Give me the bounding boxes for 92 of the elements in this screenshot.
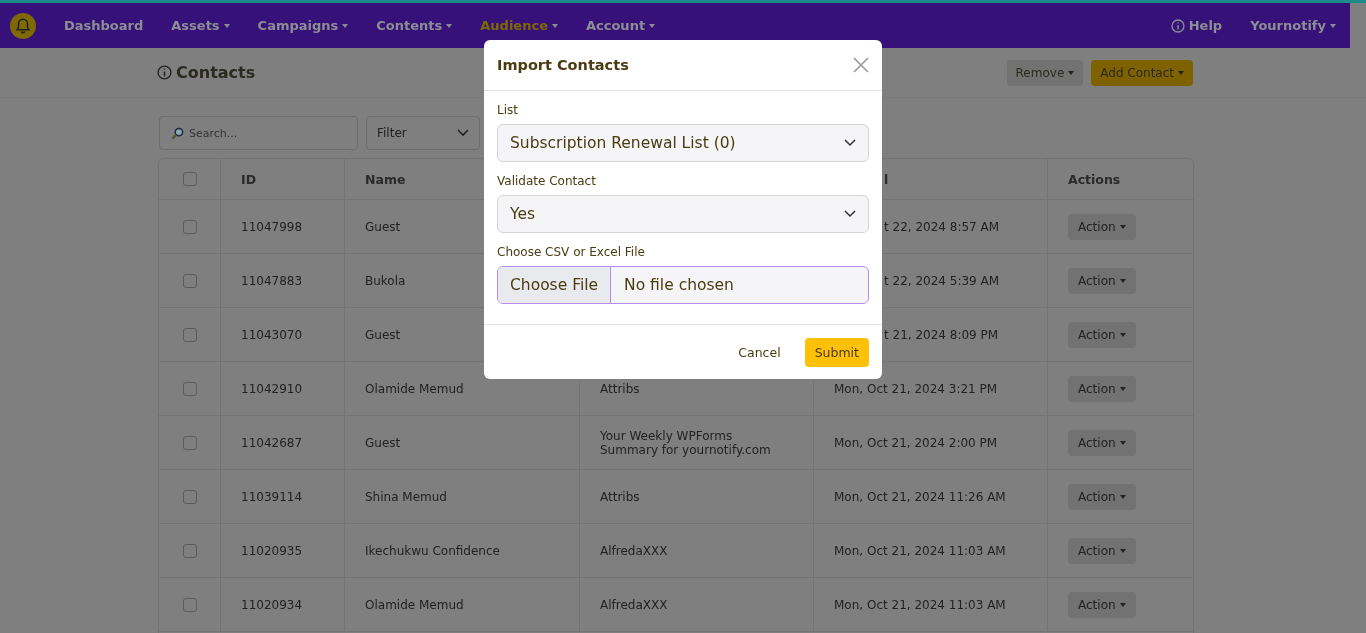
select-field[interactable]: Subscription Renewal List (0) (497, 124, 869, 162)
table-cell: Attribs (600, 489, 640, 504)
file-status: No file chosen (623, 275, 735, 296)
nav-link[interactable]: Account (585, 18, 656, 33)
table-cell: 11042687 (241, 435, 303, 450)
dialog-title: Import Contacts (497, 57, 629, 73)
table-cell: t 22, 2024 8:57 AM (884, 219, 1000, 234)
table-cell: t 22, 2024 5:39 AM (884, 273, 1000, 288)
checkbox[interactable] (182, 489, 197, 504)
checkbox[interactable] (182, 219, 197, 234)
choose-file-button[interactable]: Choose File (498, 267, 612, 303)
checkbox[interactable] (182, 543, 197, 558)
action-button[interactable]: Action (1068, 267, 1136, 294)
table-cell: Shina Memud (365, 489, 447, 504)
table-cell: 11047998 (241, 219, 303, 234)
table-cell: Guest (365, 327, 401, 342)
column-header: Actions (1068, 171, 1121, 187)
table-cell: Mon, Oct 21, 2024 11:03 AM (834, 543, 1006, 558)
action-button[interactable]: Action (1068, 537, 1136, 564)
checkbox[interactable] (182, 327, 197, 342)
action-button[interactable]: Action (1068, 429, 1136, 456)
table-cell: 11047883 (241, 273, 303, 288)
checkbox[interactable] (182, 381, 197, 396)
cancel-button[interactable]: Cancel (728, 337, 791, 367)
field-label: Validate Contact (497, 174, 597, 188)
caret-icon (1068, 70, 1075, 75)
table-cell: Guest (365, 219, 401, 234)
table-cell-text: Your Weekly WPForms Summary for yournotify.com (600, 428, 772, 457)
checkbox[interactable] (182, 172, 197, 186)
caret-icon (1119, 224, 1126, 229)
table-cell: Olamide Memud (365, 597, 464, 612)
nav-link[interactable]: Dashboard (64, 18, 144, 33)
table-cell: Ikechukwu Confidence (365, 543, 500, 558)
action-button[interactable]: Action (1068, 591, 1136, 618)
table-cell: t 21, 2024 8:09 PM (884, 327, 999, 342)
table-cell: Bukola (365, 273, 406, 288)
dropdown-button[interactable]: Add Contact (1091, 59, 1193, 86)
field-label: List (497, 103, 519, 117)
help-link[interactable]: Help (1170, 18, 1223, 33)
select-field[interactable]: Yes (497, 195, 869, 233)
table-cell: AlfredaXXX (600, 597, 668, 612)
table-cell: Mon, Oct 21, 2024 2:00 PM (834, 435, 998, 450)
caret-icon (1119, 494, 1126, 499)
checkbox[interactable] (182, 435, 197, 450)
caret-icon (1119, 602, 1126, 607)
page-title: Contacts (176, 63, 256, 82)
table-cell: 11020934 (241, 597, 303, 612)
info-icon (157, 65, 172, 80)
action-button[interactable]: Action (1068, 483, 1136, 510)
caret-icon (1119, 440, 1126, 445)
submit-button[interactable]: Submit (804, 337, 869, 367)
checkbox[interactable] (182, 273, 197, 288)
caret-icon (1119, 278, 1126, 283)
search-field[interactable]: Search... (159, 116, 358, 150)
chevron-down-icon (457, 129, 469, 137)
column-header: ID (241, 171, 257, 187)
caret-icon (1330, 23, 1336, 28)
field-label: Choose CSV or Excel File (497, 245, 646, 259)
nav-link[interactable]: Contents (376, 18, 453, 33)
action-button[interactable]: Action (1068, 321, 1136, 348)
action-button[interactable]: Action (1068, 213, 1136, 240)
table-cell: Mon, Oct 21, 2024 11:03 AM (834, 597, 1006, 612)
table-cell: Mon, Oct 21, 2024 3:21 PM (834, 381, 998, 396)
nav-link[interactable]: Campaigns (257, 18, 349, 33)
table-cell: 11043070 (241, 327, 303, 342)
account-menu[interactable]: Yournotify (1250, 18, 1336, 33)
dropdown-button[interactable]: Remove (1006, 59, 1084, 86)
caret-icon (1119, 386, 1126, 391)
table-cell: Mon, Oct 21, 2024 11:26 AM (834, 489, 1006, 504)
info-icon (1170, 18, 1185, 33)
filter-select[interactable]: Filter (366, 116, 480, 150)
table-cell: Guest (365, 435, 401, 450)
caret-icon (1178, 70, 1184, 75)
file-input[interactable]: Choose File No file chosen (497, 266, 869, 304)
column-header: Name (365, 171, 406, 187)
nav-link[interactable]: Audience (480, 18, 558, 33)
table-cell: 11042910 (241, 381, 303, 396)
caret-icon (1119, 332, 1126, 337)
table-cell: Olamide Memud (365, 381, 464, 396)
table-cell: Attribs (600, 381, 640, 396)
column-header: l (884, 171, 889, 187)
caret-icon (1119, 548, 1126, 553)
bell-icon[interactable] (10, 12, 36, 39)
action-button[interactable]: Action (1068, 375, 1136, 402)
chevron-down-icon (844, 210, 856, 218)
close-icon[interactable] (853, 57, 869, 73)
table-cell: 11020935 (241, 543, 303, 558)
checkbox[interactable] (182, 597, 197, 612)
table-cell: 11039114 (241, 489, 303, 504)
nav-link[interactable]: Assets (171, 18, 230, 33)
table-cell: AlfredaXXX (600, 543, 668, 558)
chevron-down-icon (844, 139, 856, 147)
